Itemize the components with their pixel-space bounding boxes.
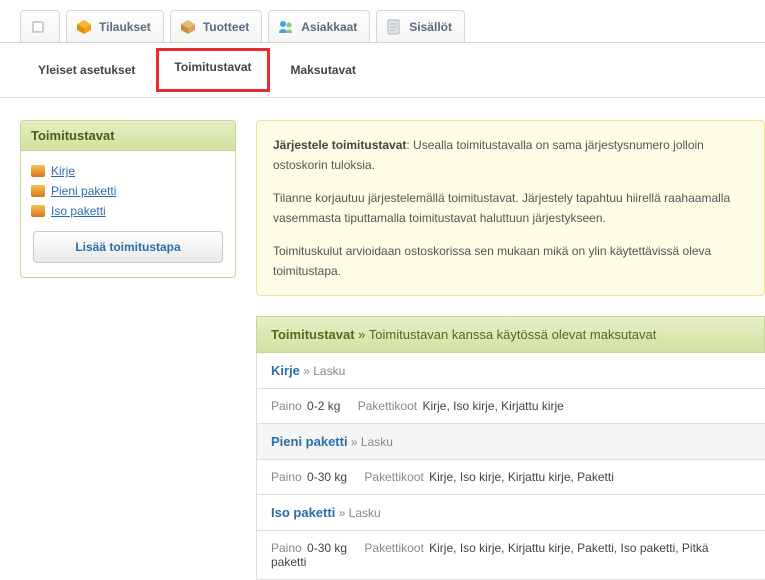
method-link-kirje[interactable]: Kirje — [271, 363, 300, 378]
sidebar: Toimitustavat Kirje Pieni paketti Iso pa… — [20, 120, 236, 580]
package-icon — [31, 165, 45, 177]
method-title-row: Iso paketti » Lasku — [256, 495, 765, 531]
package-icon — [31, 185, 45, 197]
method-title-row: Kirje » Lasku — [256, 353, 765, 389]
main: Järjestele toimitustavat: Usealla toimit… — [256, 120, 765, 580]
products-icon — [179, 18, 197, 36]
home-icon — [29, 18, 47, 36]
content-icon — [385, 18, 403, 36]
method-link-pieni-paketti[interactable]: Pieni paketti — [271, 434, 348, 449]
table-header-sep: » — [355, 327, 369, 342]
method-link-iso-paketti[interactable]: Iso paketti — [271, 505, 335, 520]
package-icon — [31, 205, 45, 217]
method-sub: » Lasku — [335, 506, 380, 520]
weight-value: 0-30 kg — [307, 541, 347, 555]
subtab-yleiset-asetukset[interactable]: Yleiset asetukset — [26, 57, 147, 83]
table-header: Toimitustavat » Toimitustavan kanssa käy… — [256, 316, 765, 353]
info-strong: Järjestele toimitustavat — [273, 138, 406, 152]
tab-label: Sisällöt — [409, 20, 452, 34]
add-shipping-method-button[interactable]: Lisää toimitustapa — [33, 231, 223, 263]
sidebar-item: Pieni paketti — [31, 181, 225, 201]
orders-icon — [75, 18, 93, 36]
tab-label: Tuotteet — [203, 20, 249, 34]
method-title-row: Pieni paketti » Lasku — [256, 424, 765, 460]
info-paragraph: Järjestele toimitustavat: Usealla toimit… — [273, 135, 748, 176]
info-paragraph: Toimituskulut arvioidaan ostoskorissa se… — [273, 241, 748, 282]
sidebar-title: Toimitustavat — [21, 121, 235, 151]
table-header-main: Toimitustavat — [271, 327, 355, 342]
sidebar-link-kirje[interactable]: Kirje — [51, 164, 75, 178]
tab-label: Asiakkaat — [301, 20, 357, 34]
sizes-label: Pakettikoot — [364, 541, 423, 555]
sub-tabs: Yleiset asetukset Toimitustavat Maksutav… — [0, 43, 765, 98]
weight-label: Paino — [271, 541, 302, 555]
customers-icon — [277, 18, 295, 36]
sidebar-list: Kirje Pieni paketti Iso paketti — [31, 161, 225, 221]
content: Toimitustavat Kirje Pieni paketti Iso pa… — [0, 98, 765, 580]
sidebar-panel: Toimitustavat Kirje Pieni paketti Iso pa… — [20, 120, 236, 278]
sizes-value: Kirje, Iso kirje, Kirjattu kirje, Pakett… — [429, 470, 614, 484]
table-header-sub: Toimitustavan kanssa käytössä olevat mak… — [369, 327, 657, 342]
info-paragraph: Tilanne korjautuu järjestelemällä toimit… — [273, 188, 748, 229]
sidebar-link-iso-paketti[interactable]: Iso paketti — [51, 204, 106, 218]
top-tabs: Tilaukset Tuotteet Asiakkaat Sisällöt — [0, 0, 765, 43]
method-sub: » Lasku — [300, 364, 345, 378]
weight-value: 0-2 kg — [307, 399, 340, 413]
weight-value: 0-30 kg — [307, 470, 347, 484]
methods-table: Toimitustavat » Toimitustavan kanssa käy… — [256, 316, 765, 580]
info-box: Järjestele toimitustavat: Usealla toimit… — [256, 120, 765, 296]
subtab-toimitustavat[interactable]: Toimitustavat — [156, 48, 269, 92]
weight-label: Paino — [271, 399, 302, 413]
weight-label: Paino — [271, 470, 302, 484]
sidebar-link-pieni-paketti[interactable]: Pieni paketti — [51, 184, 116, 198]
sizes-value: Kirje, Iso kirje, Kirjattu kirje — [422, 399, 563, 413]
method-details-row: Paino 0-2 kg Pakettikoot Kirje, Iso kirj… — [256, 389, 765, 424]
sidebar-item: Iso paketti — [31, 201, 225, 221]
tab-asiakkaat[interactable]: Asiakkaat — [268, 10, 370, 42]
sizes-label: Pakettikoot — [364, 470, 423, 484]
subtab-maksutavat[interactable]: Maksutavat — [279, 57, 368, 83]
method-details-row: Paino 0-30 kg Pakettikoot Kirje, Iso kir… — [256, 460, 765, 495]
method-details-row: Paino 0-30 kg Pakettikoot Kirje, Iso kir… — [256, 531, 765, 580]
sizes-label: Pakettikoot — [358, 399, 417, 413]
method-sub: » Lasku — [348, 435, 393, 449]
tab-sisallot[interactable]: Sisällöt — [376, 10, 465, 42]
sidebar-body: Kirje Pieni paketti Iso paketti Lisää to… — [21, 151, 235, 277]
tab-tilaukset[interactable]: Tilaukset — [66, 10, 164, 42]
sidebar-item: Kirje — [31, 161, 225, 181]
tab-label: Tilaukset — [99, 20, 151, 34]
tab-home[interactable] — [20, 10, 60, 42]
tab-tuotteet[interactable]: Tuotteet — [170, 10, 262, 42]
